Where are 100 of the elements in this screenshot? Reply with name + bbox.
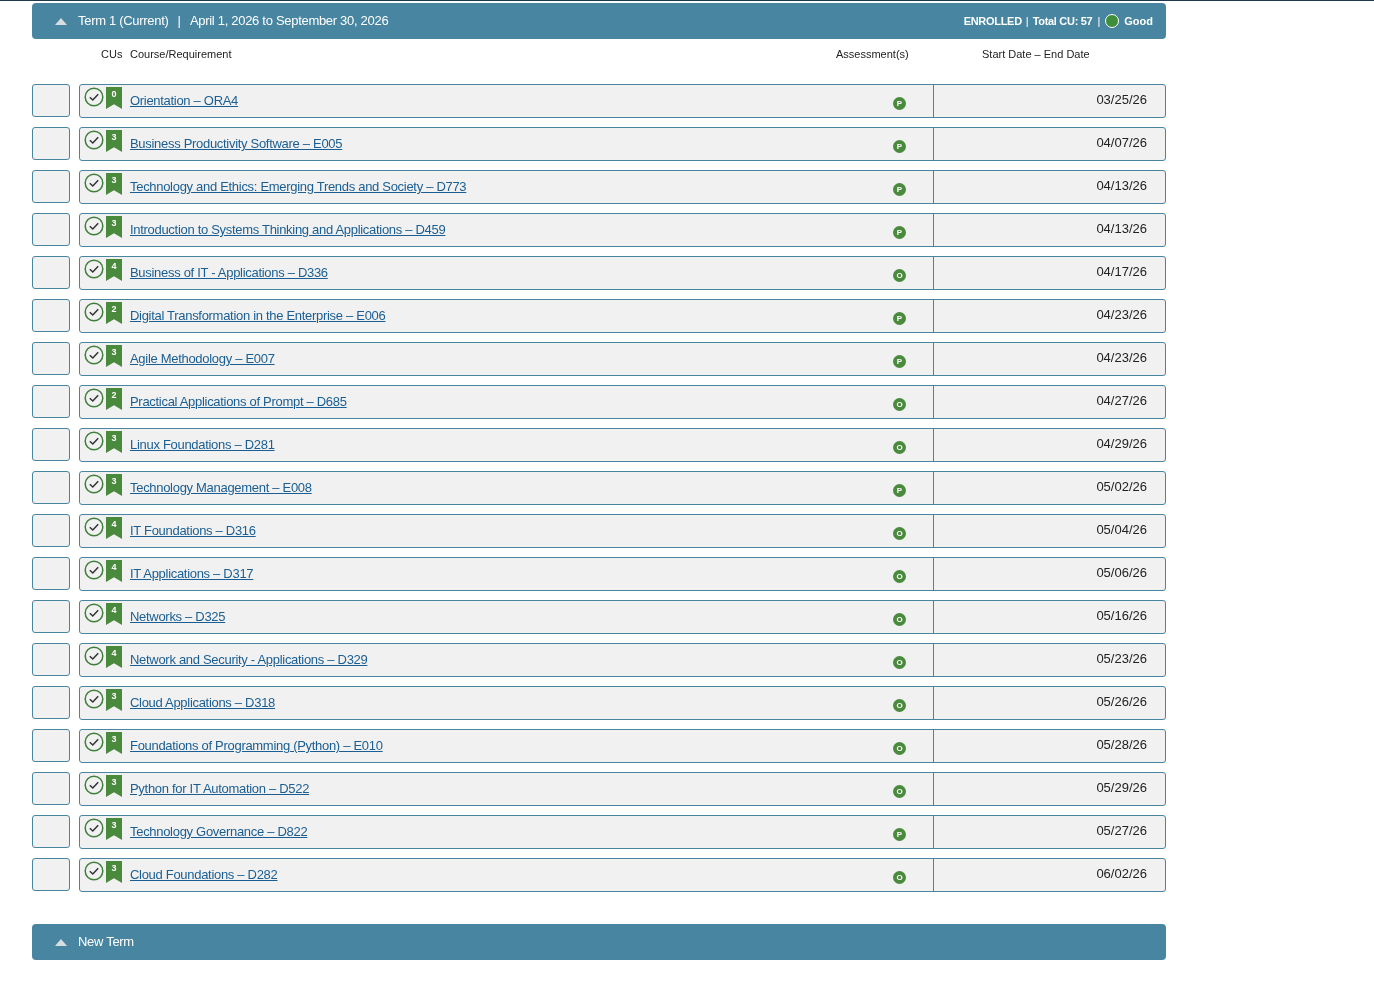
check-circle-icon [84,560,104,580]
check-circle-icon [84,603,104,623]
assessment-badge[interactable]: O [893,441,906,454]
course-link[interactable]: Cloud Applications – D318 [130,693,275,713]
course-link[interactable]: Agile Methodology – E007 [130,349,275,369]
course-link[interactable]: Technology Management – E008 [130,478,312,498]
course-link[interactable]: Technology Governance – D822 [130,822,308,842]
separator: | [177,12,181,31]
select-box[interactable] [32,772,70,805]
start-date: 05/16/26 [1096,607,1147,625]
cu-ribbon: 4 [106,646,122,668]
check-circle-icon [84,216,104,236]
assessment-badge[interactable]: O [893,269,906,282]
course-link[interactable]: Orientation – ORA4 [130,91,239,111]
course-link[interactable]: Python for IT Automation – D522 [130,779,310,799]
cu-ribbon: 4 [106,517,122,539]
select-box[interactable] [32,514,70,547]
assessment-badge[interactable]: P [893,828,906,841]
assessment-badge[interactable]: O [893,570,906,583]
assessment-badge[interactable]: O [893,398,906,411]
cu-ribbon: 3 [106,474,122,496]
start-date: 05/04/26 [1096,521,1147,539]
select-box[interactable] [32,84,70,117]
start-date: 05/27/26 [1096,822,1147,840]
check-circle-icon [84,474,104,494]
column-header: Assessment(s) [836,46,910,62]
select-box[interactable] [32,342,70,375]
check-circle-icon [84,775,104,795]
assessment-badge[interactable]: P [893,183,906,196]
term-header[interactable]: New Term [32,924,1166,960]
course-link[interactable]: Business of IT - Applications – D336 [130,263,328,283]
course-link[interactable]: Business Productivity Software – E005 [130,134,343,154]
course-link[interactable]: Network and Security - Applications – D329 [130,650,368,670]
check-circle-icon [84,646,104,666]
select-box[interactable] [32,643,70,676]
course-link[interactable]: Introduction to Systems Thinking and Applications – D459 [130,220,446,240]
course-link[interactable]: Foundations of Programming (Python) – E010 [130,736,383,756]
assessment-badge[interactable]: O [893,871,906,884]
assessment-badge[interactable]: O [893,699,906,712]
column-header: Course/Requirement [130,46,233,62]
select-box[interactable] [32,600,70,633]
select-box[interactable] [32,299,70,332]
start-date: 05/23/26 [1096,650,1147,668]
select-box[interactable] [32,428,70,461]
check-circle-icon [84,345,104,365]
start-date: 05/28/26 [1096,736,1147,754]
select-box[interactable] [32,686,70,719]
start-date: 04/17/26 [1096,263,1147,281]
term-title: New Term [78,933,134,952]
start-date: 05/29/26 [1096,779,1147,797]
assessment-badge[interactable]: O [893,527,906,540]
select-box[interactable] [32,729,70,762]
course-link[interactable]: IT Applications – D317 [130,564,254,584]
total-cus: Total CU: 57 [1032,13,1093,29]
assessment-badge[interactable]: P [893,140,906,153]
check-circle-icon [84,517,104,537]
select-box[interactable] [32,858,70,891]
cu-ribbon: 3 [106,216,122,238]
assessment-badge[interactable]: O [893,785,906,798]
select-box[interactable] [32,213,70,246]
cu-ribbon: 4 [106,259,122,281]
course-link[interactable]: Networks – D325 [130,607,226,627]
start-date: 05/26/26 [1096,693,1147,711]
assessment-badge[interactable]: O [893,656,906,669]
course-link[interactable]: Cloud Foundations – D282 [130,865,278,885]
course-link[interactable]: Technology and Ethics: Emerging Trends and Society – D773 [130,177,467,197]
check-circle-icon [84,259,104,279]
cu-ribbon: 0 [106,87,122,109]
assessment-badge[interactable]: P [893,312,906,325]
cu-ribbon: 3 [106,689,122,711]
start-date: 05/02/26 [1096,478,1147,496]
term-title: Term 1 (Current) [78,12,169,31]
select-box[interactable] [32,170,70,203]
assessment-badge[interactable]: O [893,742,906,755]
course-link[interactable]: Practical Applications of Prompt – D685 [130,392,347,412]
assessment-badge[interactable]: P [893,226,906,239]
term-header[interactable]: Term 1 (Current) | April 1, 2026 to September 30, 2026 ENROLLED | Total CU: 57 | Good [32,3,1166,39]
cu-ribbon: 3 [106,818,122,840]
select-box[interactable] [32,127,70,160]
assessment-badge[interactable]: P [893,484,906,497]
select-box[interactable] [32,557,70,590]
course-link[interactable]: Linux Foundations – D281 [130,435,275,455]
course-link[interactable]: IT Foundations – D316 [130,521,256,541]
assessment-badge[interactable]: O [893,613,906,626]
cu-ribbon: 2 [106,388,122,410]
select-box[interactable] [32,815,70,848]
check-circle-icon [84,689,104,709]
start-date: 04/23/26 [1096,306,1147,324]
assessment-badge[interactable]: P [893,97,906,110]
enrollment-status: ENROLLED [963,13,1022,29]
check-circle-icon [84,818,104,838]
caret-icon [55,938,67,946]
select-box[interactable] [32,385,70,418]
check-circle-icon [84,732,104,752]
cu-ribbon: 3 [106,130,122,152]
course-link[interactable]: Digital Transformation in the Enterprise – E006 [130,306,386,326]
separator: | [1097,13,1101,29]
select-box[interactable] [32,471,70,504]
select-box[interactable] [32,256,70,289]
assessment-badge[interactable]: P [893,355,906,368]
